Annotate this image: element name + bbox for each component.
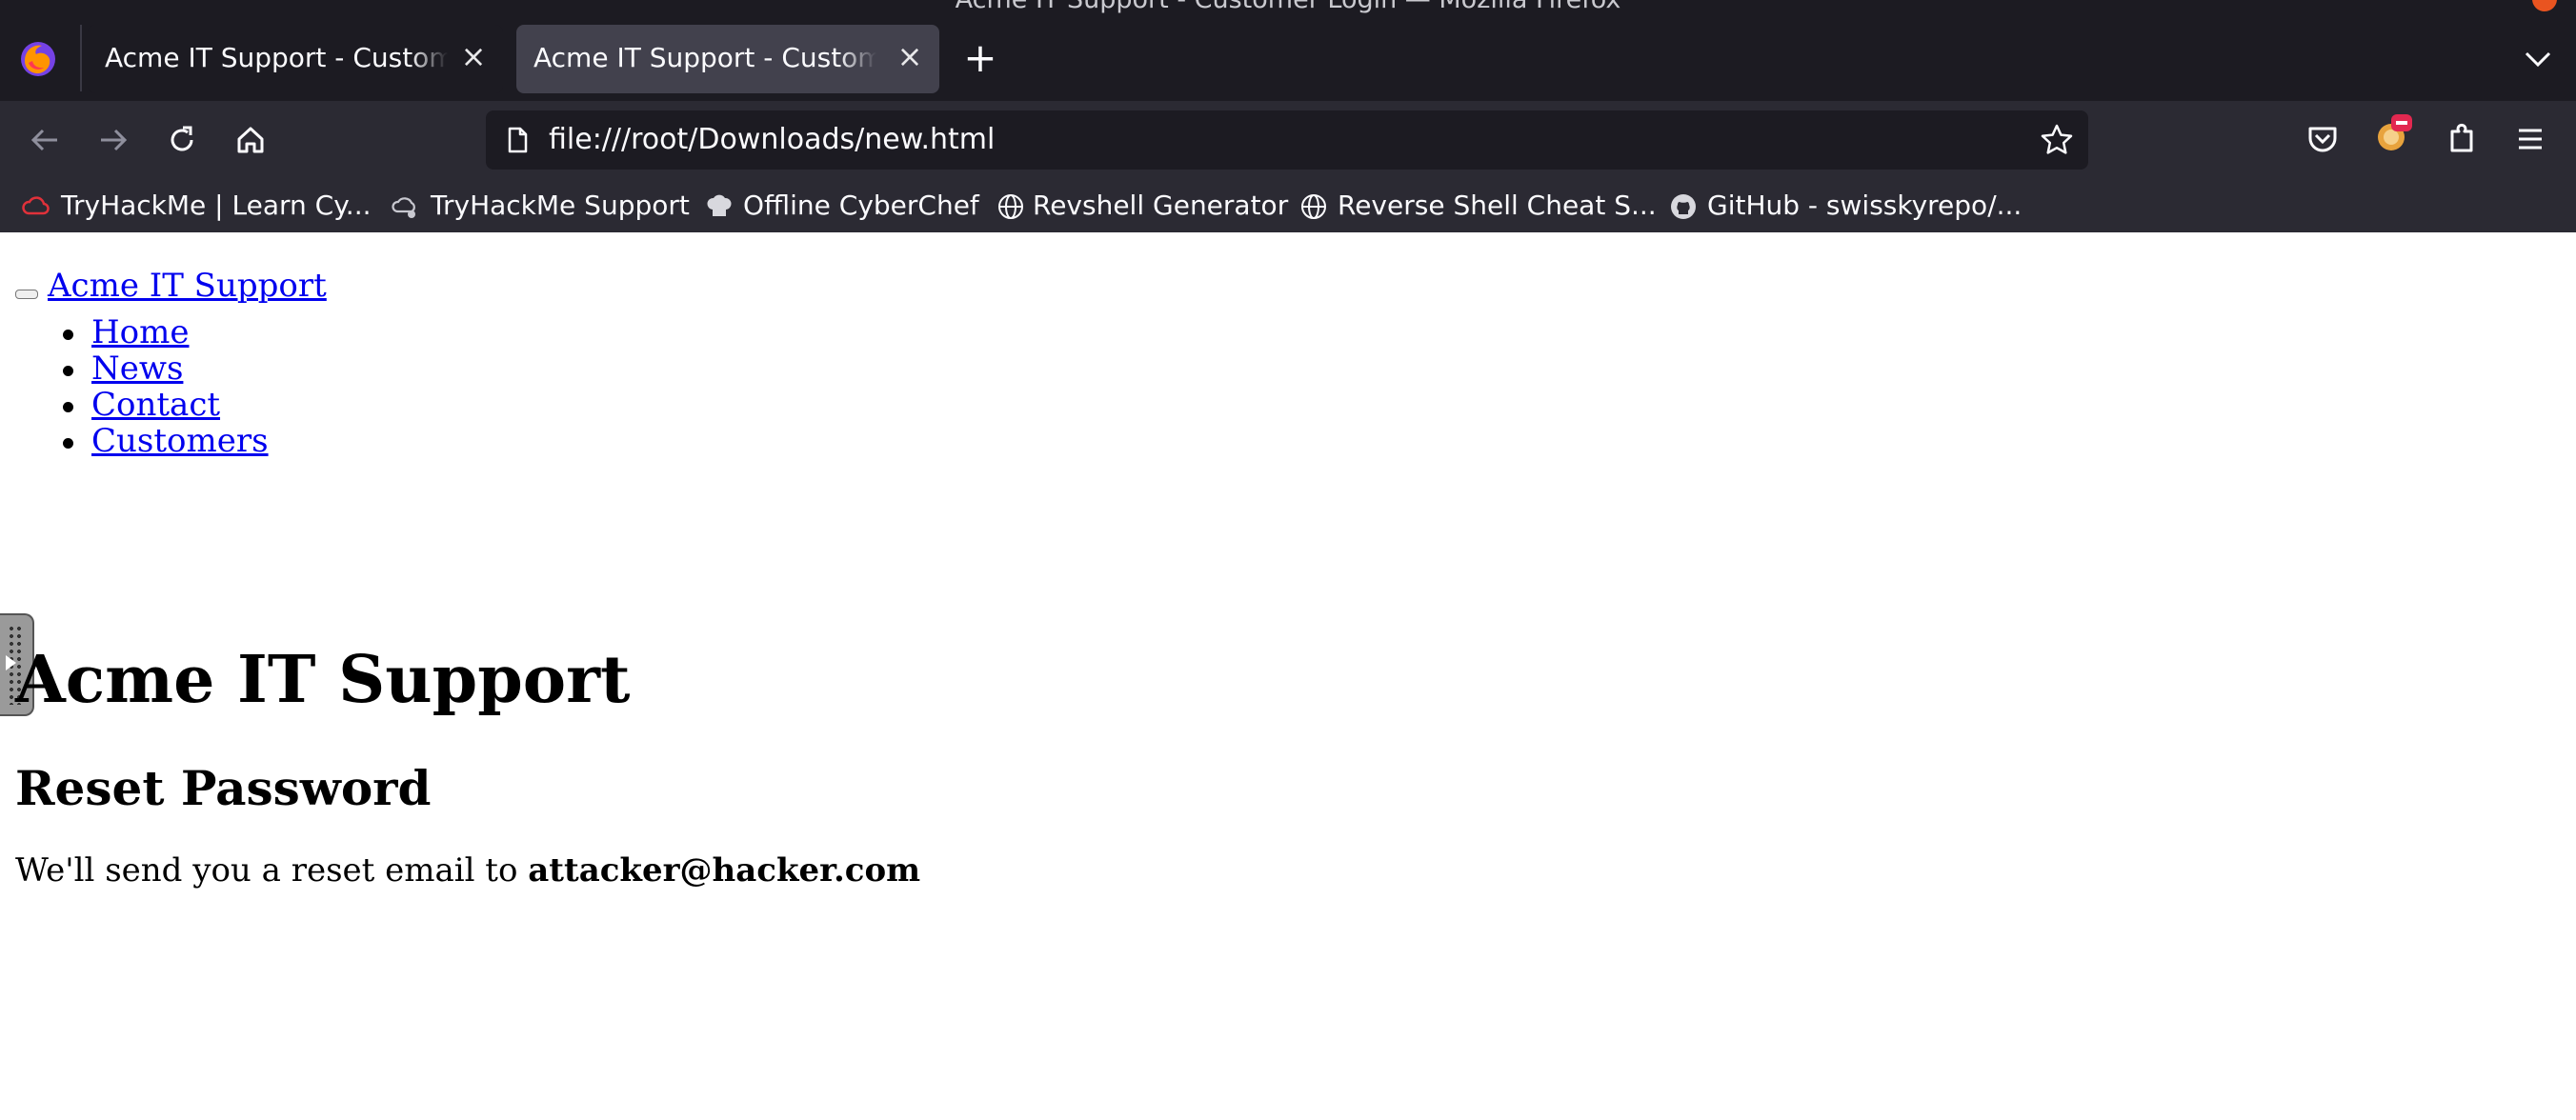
extensions-puzzle-icon[interactable] [2439, 116, 2485, 162]
reset-message-text: We'll send you a reset email to [15, 851, 518, 890]
section-heading: Reset Password [15, 760, 432, 816]
back-arrow-icon[interactable] [23, 118, 67, 162]
bookmarks-toolbar: TryHackMe | Learn Cy... TryHackMe Suppor… [0, 179, 2576, 232]
forward-arrow-icon[interactable] [91, 118, 135, 162]
bookmark-label: GitHub - swisskyrepo/... [1707, 190, 2023, 221]
home-icon[interactable] [229, 118, 272, 162]
nav-link-customers[interactable]: Customers [91, 422, 269, 460]
list-all-tabs-icon[interactable] [2519, 40, 2557, 78]
tab-close-icon[interactable]: × [894, 40, 926, 72]
tryhackme-cloud-icon [22, 196, 50, 215]
window-titlebar: Acme IT Support - Customer Login — Mozil… [0, 0, 2576, 17]
tab-close-icon[interactable]: × [457, 40, 490, 72]
bookmark-star-icon[interactable] [2039, 122, 2075, 158]
nav-item-news: News [0, 350, 269, 387]
tab-label: Acme IT Support - Customer Login [533, 42, 876, 73]
bookmark-label: Revshell Generator [1033, 190, 1289, 221]
navbar-toggle-button[interactable] [15, 290, 38, 299]
hamburger-menu-icon[interactable] [2507, 116, 2553, 162]
bookmark-label: TryHackMe Support [431, 190, 690, 221]
page-content: Acme IT Support Home News Contact Custom… [0, 232, 2576, 1120]
nav-item-contact: Contact [0, 387, 269, 423]
tab-bar: Acme IT Support - Customer Login × Acme … [0, 17, 2576, 101]
url-text[interactable]: file:///root/Downloads/new.html [549, 123, 995, 156]
reset-message: We'll send you a reset email to attacker… [15, 851, 920, 890]
extension-icon[interactable] [2370, 110, 2416, 156]
nav-item-customers: Customers [0, 423, 269, 459]
window-title: Acme IT Support - Customer Login — Mozil… [0, 0, 2576, 14]
nav-item-home: Home [0, 314, 269, 350]
reset-email: attacker@hacker.com [528, 851, 921, 890]
firefox-menu-icon[interactable] [19, 40, 57, 78]
site-nav: Home News Contact Customers [0, 314, 269, 459]
tab-separator [80, 25, 82, 91]
globe-icon [1301, 194, 1326, 219]
page-icon [508, 127, 528, 153]
pocket-icon[interactable] [2300, 116, 2345, 162]
tryhackme-support-icon [392, 197, 415, 218]
chef-hat-icon [707, 194, 732, 216]
bookmark-label: Reverse Shell Cheat S... [1338, 190, 1657, 221]
github-icon [1671, 194, 1696, 219]
reload-icon[interactable] [160, 118, 204, 162]
browser-tab[interactable]: Acme IT Support - Customer Login × [88, 25, 503, 93]
nav-toolbar: file:///root/Downloads/new.html [0, 101, 2576, 179]
brand-link[interactable]: Acme IT Support [48, 267, 327, 305]
globe-icon [998, 194, 1023, 219]
bookmark-label: Offline CyberChef [743, 190, 979, 221]
bookmark-label: TryHackMe | Learn Cy... [61, 190, 372, 221]
nav-link-home[interactable]: Home [91, 313, 189, 351]
nav-link-contact[interactable]: Contact [91, 386, 220, 424]
tab-label: Acme IT Support - Customer Login [105, 42, 448, 73]
page-heading: Acme IT Support [15, 642, 631, 718]
browser-tab-active[interactable]: Acme IT Support - Customer Login × [516, 25, 939, 93]
new-tab-button[interactable]: + [958, 36, 1002, 80]
url-bar[interactable]: file:///root/Downloads/new.html [486, 110, 2088, 170]
nav-link-news[interactable]: News [91, 350, 183, 388]
